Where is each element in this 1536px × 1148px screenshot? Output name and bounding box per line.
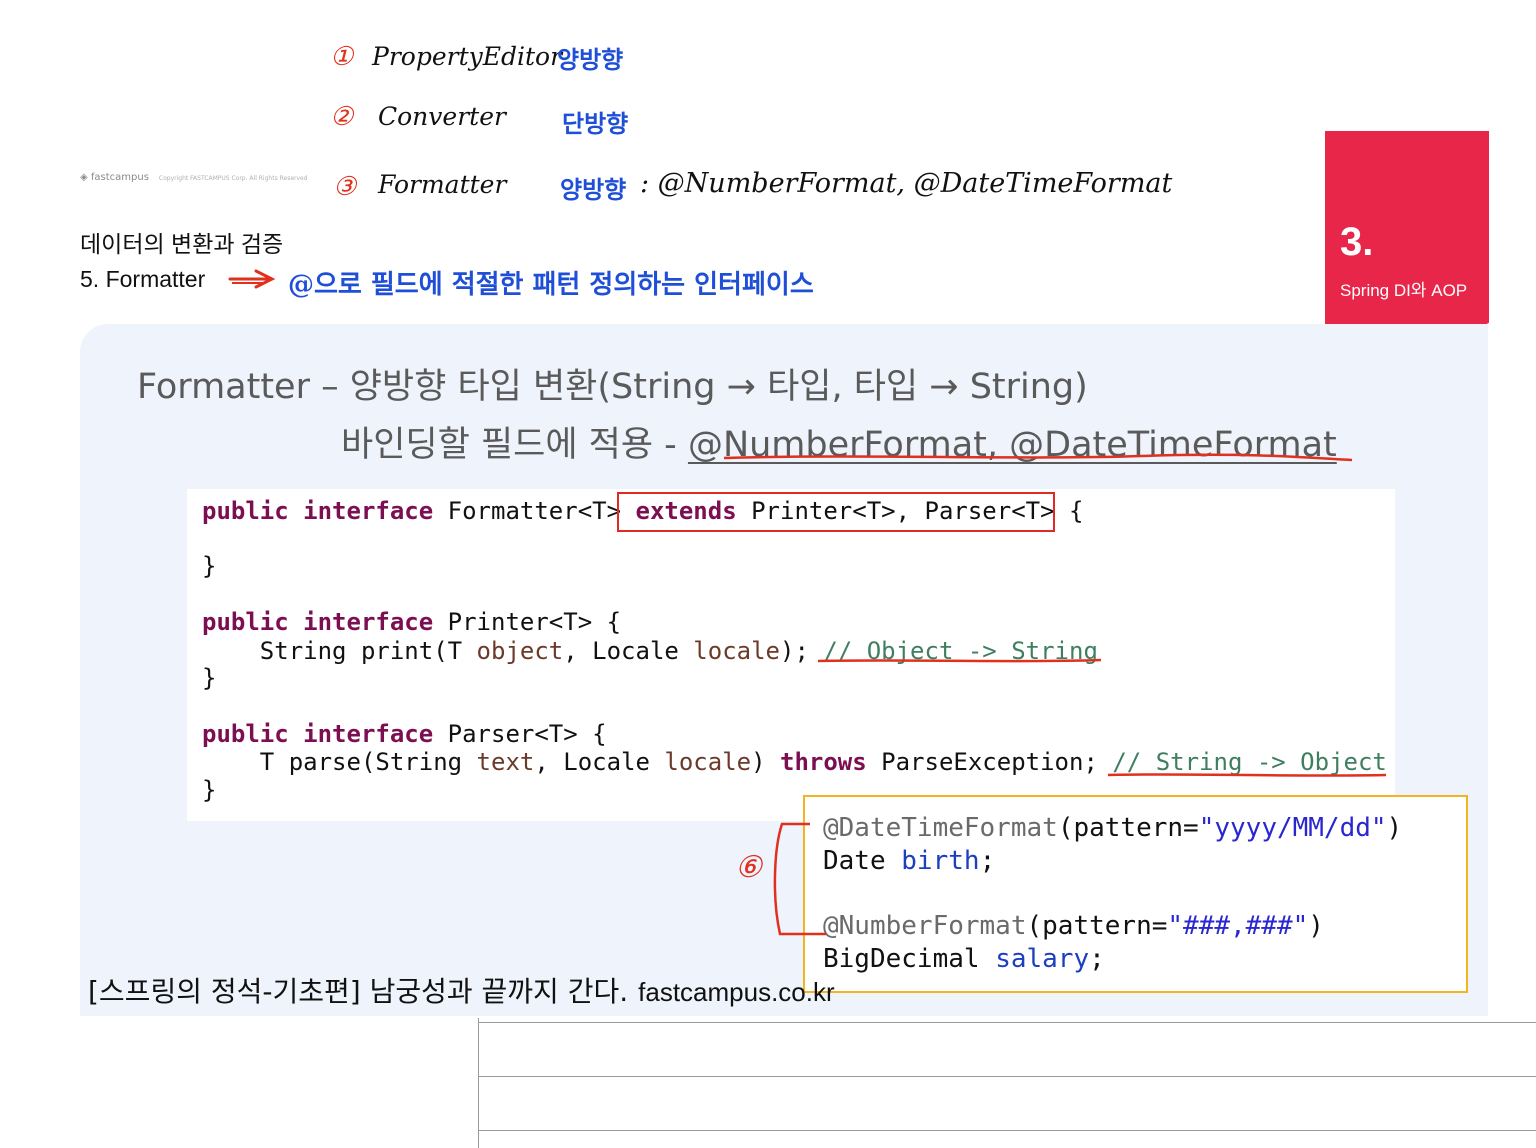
anno-datetimeformat: @DateTimeFormat: [823, 813, 1058, 843]
param-text: text: [476, 748, 535, 776]
code-parser-decl: Parser<T> {: [433, 720, 607, 748]
note-property-editor: PropertyEditor: [372, 42, 563, 71]
kw-public: public: [202, 720, 289, 748]
logo-brand: fastcampus: [90, 172, 149, 183]
anno-open-2: (pattern=: [1026, 911, 1168, 941]
red-arrow-icon: [228, 269, 276, 289]
chapter-label: Spring DI와 AOP: [1340, 281, 1468, 300]
note-line5: @으로 필드에 적절한 패턴 정의하는 인터페이스: [288, 270, 814, 300]
code-line-3: public interface Printer<T> {: [202, 608, 621, 636]
code-parse-close: ): [751, 748, 780, 776]
kw-public: public: [202, 608, 289, 636]
code-line-5: }: [202, 664, 217, 692]
section-title: 데이터의 변환과 검증: [80, 231, 284, 257]
code-line-2: }: [202, 552, 217, 580]
note-bidirectional-1: 양방향: [557, 45, 624, 74]
note-converter: Converter: [378, 102, 506, 131]
notebook-line-2: [478, 1076, 1536, 1077]
field-salary: salary: [995, 944, 1090, 974]
kw-public: public: [202, 497, 289, 525]
notebook-line-3: [478, 1130, 1536, 1131]
code-print-sig: String print(T: [202, 637, 477, 665]
semicolon-1: ;: [979, 846, 996, 876]
note-annotations: : @NumberFormat, @DateTimeFormat: [640, 168, 1173, 199]
code-print-sig2: , Locale: [563, 637, 694, 665]
semicolon-2: ;: [1089, 944, 1105, 974]
code-printer-decl: Printer<T> {: [433, 608, 622, 636]
note-formatter: Formatter: [378, 170, 507, 199]
example-line-4: BigDecimal salary;: [823, 943, 1105, 975]
example-line-2: Date birth;: [823, 845, 995, 877]
footer-site: fastcampus.co.kr: [638, 977, 835, 1007]
footer-course: [스프링의 정석-기초편] 남궁성과 끝까지 간다.: [88, 975, 629, 1008]
note-unidirectional: 단방향: [562, 109, 629, 138]
note-number-3: ③: [333, 172, 357, 202]
red-underline-comment1: [817, 658, 1102, 663]
example-line-3: @NumberFormat(pattern="###,###"): [823, 910, 1324, 942]
param-object: object: [476, 637, 564, 665]
logo-copyright: Copyright FASTCAMPUS Corp. All Rights Re…: [158, 175, 308, 182]
note-number-2: ②: [330, 102, 354, 132]
red-underline-annotations: [723, 453, 1353, 462]
note-badge-6: ⑥: [735, 850, 762, 885]
kw-throws: throws: [780, 748, 867, 776]
type-date: Date: [823, 846, 902, 876]
slide-footer: [스프링의 정석-기초편] 남궁성과 끝까지 간다. fastcampus.co.…: [88, 970, 835, 1010]
anno-close-1: ): [1386, 813, 1403, 843]
type-bigdecimal: BigDecimal: [823, 944, 996, 974]
notebook-margin-line: [478, 1018, 479, 1148]
anno-numberformat: @NumberFormat: [823, 911, 1027, 941]
example-line-1: @DateTimeFormat(pattern="yyyy/MM/dd"): [823, 812, 1402, 844]
param-locale: locale: [693, 637, 780, 665]
red-bracket: [773, 822, 826, 936]
note-number-1: ①: [330, 42, 354, 72]
code-formatter-decl: Formatter<T>: [433, 497, 636, 525]
kw-interface: interface: [303, 720, 434, 748]
param-locale: locale: [664, 748, 752, 776]
chapter-number: 3.: [1340, 220, 1374, 264]
pattern-number: "###,###": [1167, 911, 1309, 941]
field-birth: birth: [901, 846, 980, 876]
code-line-6: public interface Parser<T> {: [202, 720, 607, 748]
slide-title-line1: Formatter – 양방향 타입 변환(String → 타입, 타입 → …: [137, 367, 1088, 407]
pattern-date: "yyyy/MM/dd": [1198, 813, 1387, 843]
fastcampus-logo: ◈ fastcampus Copyright FASTCAMPUS Corp. A…: [80, 172, 308, 183]
red-underline-comment2: [1107, 773, 1387, 777]
subsection-title: 5. Formatter: [80, 266, 206, 292]
kw-interface: interface: [303, 497, 434, 525]
code-line-8: }: [202, 776, 217, 804]
slide-title-prefix: 바인딩할 필드에 적용 -: [341, 425, 688, 465]
anno-open-1: (pattern=: [1057, 813, 1199, 843]
notebook-line-1: [478, 1022, 1536, 1023]
kw-interface: interface: [303, 608, 434, 636]
code-parse-sig2: , Locale: [534, 748, 665, 776]
code-parse-exception: ParseException;: [866, 748, 1113, 776]
logo-icon: ◈: [80, 172, 91, 183]
note-bidirectional-3: 양방향: [560, 175, 627, 204]
code-parse-sig: T parse(String: [202, 748, 477, 776]
anno-close-2: ): [1308, 911, 1324, 941]
extends-highlight-box: [617, 492, 1055, 532]
